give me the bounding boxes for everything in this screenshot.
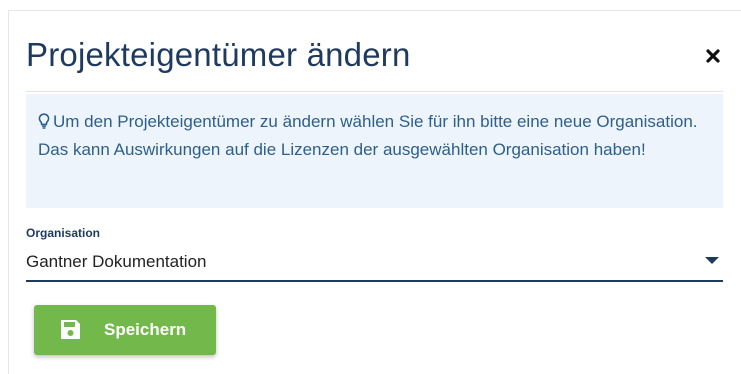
lightbulb-icon — [38, 113, 50, 129]
caret-down-icon[interactable] — [705, 257, 719, 264]
organisation-select[interactable]: Gantner Dokumentation — [26, 240, 723, 282]
organisation-select-value: Gantner Dokumentation — [26, 252, 207, 271]
dialog-title: Projekteigentümer ändern — [26, 36, 411, 73]
close-icon[interactable] — [705, 48, 721, 64]
save-button-label: Speichern — [104, 320, 187, 339]
info-box: Um den Projekteigentümer zu ändern wähle… — [26, 94, 723, 208]
floppy-disk-icon — [61, 320, 80, 339]
organisation-label: Organisation — [26, 226, 101, 240]
save-button[interactable]: Speichern — [34, 305, 216, 355]
info-text: Um den Projekteigentümer zu ändern wähle… — [38, 112, 698, 159]
organisation-field: Organisation Gantner Dokumentation — [26, 226, 723, 282]
dialog-header: Projekteigentümer ändern — [26, 32, 723, 92]
